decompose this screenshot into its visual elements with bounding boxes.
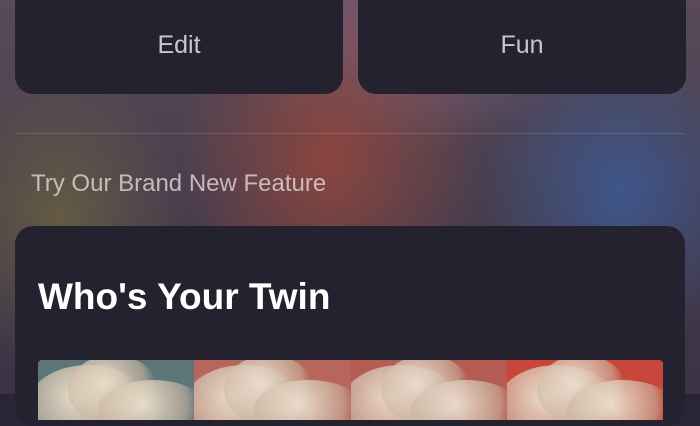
section-title: Try Our Brand New Feature xyxy=(31,170,327,197)
feature-thumbnail xyxy=(194,360,351,420)
edit-category-button[interactable]: Edit xyxy=(15,0,343,94)
fun-label: Fun xyxy=(500,31,544,59)
feature-thumbnail xyxy=(38,360,195,420)
feature-title: Who's Your Twin xyxy=(38,276,331,317)
feature-card-whos-your-twin[interactable]: Who's Your Twin xyxy=(15,226,685,426)
feature-thumbnail xyxy=(350,360,507,420)
fun-category-button[interactable]: Fun xyxy=(358,0,686,94)
section-divider xyxy=(15,133,685,134)
feature-thumbnail-strip[interactable] xyxy=(38,360,663,420)
feature-thumbnail xyxy=(506,360,663,420)
edit-label: Edit xyxy=(157,31,201,59)
